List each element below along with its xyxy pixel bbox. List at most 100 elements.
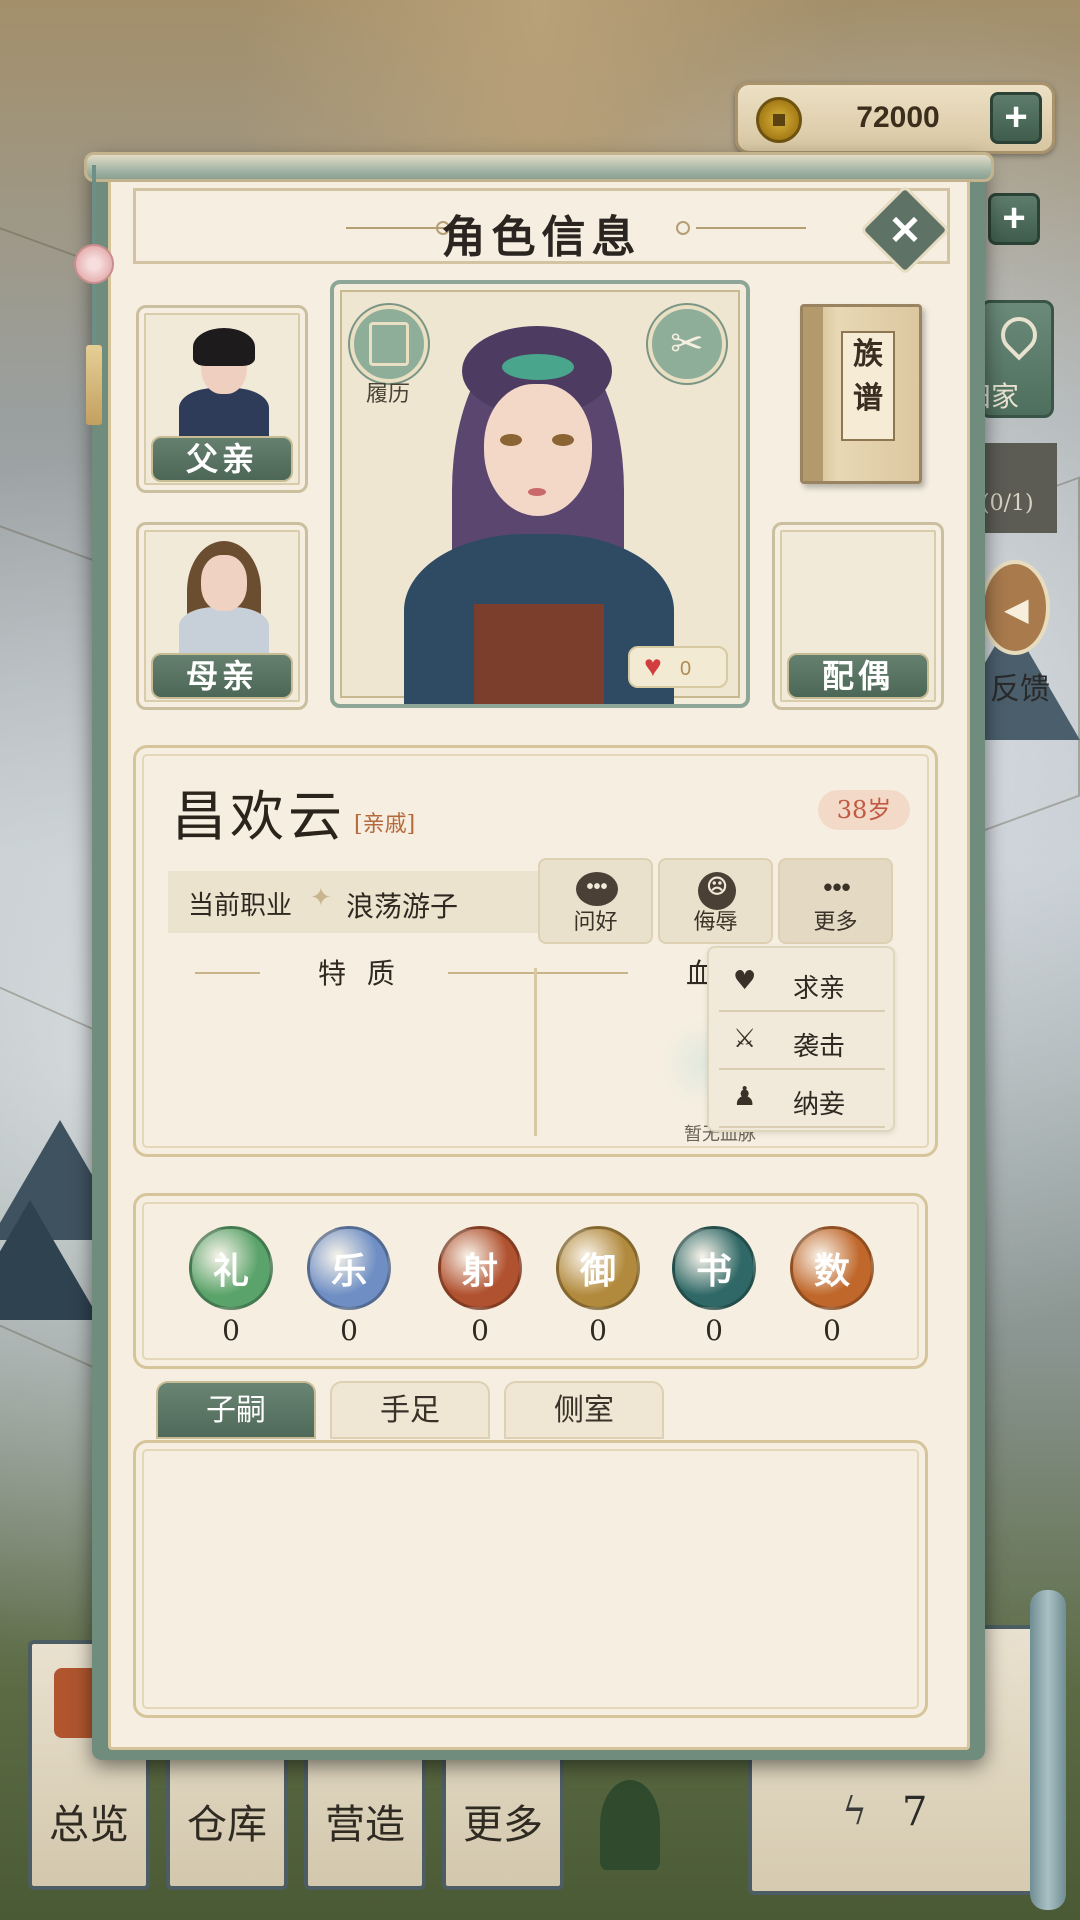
book-spine <box>803 307 823 481</box>
mother-label: 母亲 <box>151 653 293 699</box>
energy-value: 7 <box>902 1789 928 1835</box>
spouse-card[interactable]: 配偶 <box>772 522 944 710</box>
mother-portrait <box>179 541 269 655</box>
skill-music: 乐 0 <box>307 1226 391 1347</box>
greet-label: 问好 <box>573 910 618 935</box>
close-icon: ✕ <box>888 209 922 253</box>
trait-ornament-right <box>448 972 628 974</box>
add-resource-button[interactable]: + <box>988 193 1040 245</box>
hair-ornament <box>502 354 574 380</box>
heart-icon: ♥ <box>644 650 662 683</box>
skill-calligraphy: 书 0 <box>672 1226 756 1347</box>
father-card[interactable]: 父亲 <box>136 305 308 493</box>
menu-item-label: 袭击 <box>793 1032 846 1062</box>
menu-item-attack[interactable]: ⚔ 袭击 <box>719 1014 885 1070</box>
nav-build-label: 营造 <box>325 1802 405 1848</box>
portrait-head <box>201 555 247 611</box>
affection-badge: ♥ 0 <box>628 646 728 688</box>
job-row: 当前职业 ✦ 浪荡游子 <box>168 871 540 933</box>
mother-card[interactable]: 母亲 <box>136 522 308 710</box>
skill-archery: 射 0 <box>438 1226 522 1347</box>
skill-value: 0 <box>340 1314 358 1347</box>
tab-concubines[interactable]: 侧室 <box>504 1381 664 1439</box>
title-bar: 角色信息 <box>133 188 950 264</box>
skill-charioteering-icon: 御 <box>556 1226 640 1310</box>
menu-item-propose[interactable]: ♥ 求亲 <box>719 956 885 1012</box>
father-label: 父亲 <box>151 436 293 482</box>
insult-button[interactable]: ☹ 侮辱 <box>658 858 773 944</box>
section-divider <box>534 968 537 1136</box>
trait-ornament-left <box>195 972 260 974</box>
megaphone-icon: ◀ <box>1004 590 1029 628</box>
character-relation: [亲戚] <box>354 812 416 837</box>
skill-calligraphy-icon: 书 <box>672 1226 756 1310</box>
tab-siblings[interactable]: 手足 <box>330 1381 490 1439</box>
menu-item-label: 求亲 <box>793 974 846 1004</box>
panel-title: 角色信息 <box>441 212 642 263</box>
resume-button[interactable] <box>350 305 428 383</box>
insult-label: 侮辱 <box>693 910 738 935</box>
portrait-body <box>179 607 269 655</box>
appearance-button[interactable]: ✂ <box>648 305 726 383</box>
home-button[interactable]: 归家 <box>963 300 1054 418</box>
skill-value: 0 <box>589 1314 607 1347</box>
skill-mathematics: 数 0 <box>790 1226 874 1347</box>
coin-icon <box>756 97 802 143</box>
skill-value: 0 <box>705 1314 723 1347</box>
nav-warehouse-label: 仓库 <box>187 1802 267 1848</box>
job-label: 当前职业 <box>188 891 293 921</box>
more-actions-label: 更多 <box>813 910 858 935</box>
clan-book-label: 族谱 <box>841 331 895 441</box>
skill-rites: 礼 0 <box>189 1226 273 1347</box>
skill-charioteering: 御 0 <box>556 1226 640 1347</box>
greet-button[interactable]: ••• 问好 <box>538 858 653 944</box>
portrait-skirt <box>474 604 604 704</box>
title-ornament-right <box>696 227 806 229</box>
skill-value: 0 <box>823 1314 841 1347</box>
age-badge: 38岁 <box>818 790 910 830</box>
tab-children[interactable]: 子嗣 <box>156 1381 316 1439</box>
clan-book-button[interactable]: 族谱 <box>800 304 922 484</box>
more-actions-button[interactable]: ••• 更多 <box>778 858 893 944</box>
scissors-comb-icon: ✂ <box>670 321 704 367</box>
nav-overview-label: 总览 <box>49 1802 129 1848</box>
tassel-ornament <box>86 345 102 425</box>
more-actions-menu: ♥ 求亲 ⚔ 袭击 ♟ 纳妾 <box>707 946 895 1132</box>
character-name: 昌欢云 <box>172 785 346 848</box>
affection-value: 0 <box>680 658 692 680</box>
skill-rites-icon: 礼 <box>189 1226 273 1310</box>
kneeling-person-icon: ♟ <box>733 1082 757 1112</box>
spouse-label: 配偶 <box>787 653 929 699</box>
portrait-eye <box>500 434 522 446</box>
speech-bubble-icon: ••• <box>576 872 618 906</box>
resume-label: 履历 <box>366 382 411 407</box>
job-value: 浪荡游子 <box>346 890 459 923</box>
menu-item-label: 纳妾 <box>793 1090 846 1120</box>
menu-item-concubine[interactable]: ♟ 纳妾 <box>719 1072 885 1128</box>
lightning-icon: ϟ <box>842 1789 868 1833</box>
coin-resource-bar: 72000 + <box>735 82 1055 154</box>
coin-value: 72000 <box>856 101 940 134</box>
portrait-body <box>179 388 269 438</box>
ellipsis-icon: ••• <box>823 872 851 902</box>
scroll-rod <box>1030 1590 1066 1910</box>
skill-archery-icon: 射 <box>438 1226 522 1310</box>
location-pin-icon <box>993 309 1045 361</box>
add-coins-button[interactable]: + <box>990 92 1042 144</box>
feedback-button[interactable]: ◀ <box>980 560 1050 655</box>
portrait-eye <box>552 434 574 446</box>
relatives-list <box>133 1440 928 1718</box>
quest-count: (0/1) <box>981 491 1034 516</box>
tree-decoration <box>600 1780 660 1870</box>
skill-value: 0 <box>222 1314 240 1347</box>
trait-title: 特 质 <box>318 957 401 990</box>
skill-music-icon: 乐 <box>307 1226 391 1310</box>
mountain-decoration <box>0 1200 100 1320</box>
feedback-label: 反馈 <box>990 672 1050 707</box>
scroll-document-icon <box>369 322 409 366</box>
skill-mathematics-icon: 数 <box>790 1226 874 1310</box>
skill-value: 0 <box>471 1314 489 1347</box>
portrait-lips <box>528 488 546 496</box>
portrait-face <box>484 384 592 516</box>
title-ornament-right <box>676 221 690 235</box>
